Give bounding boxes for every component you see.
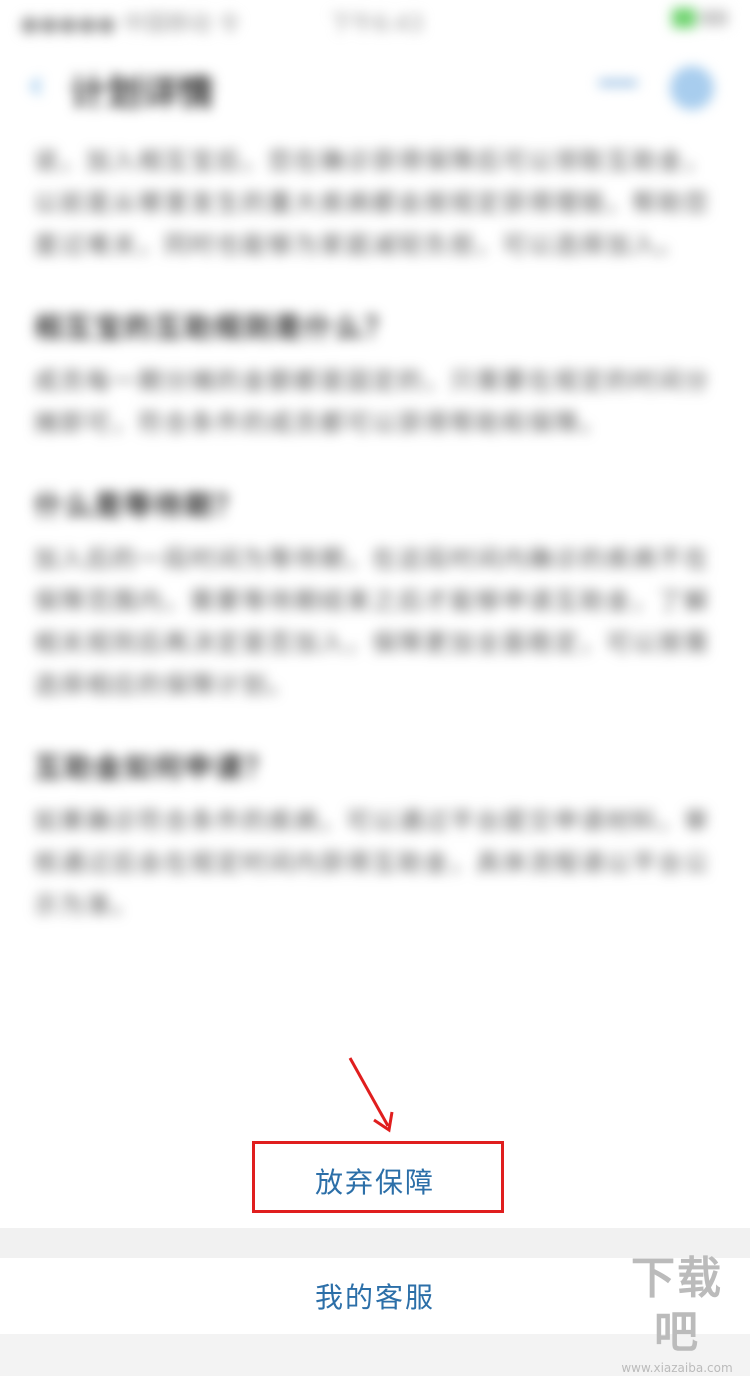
article-body: 说，加入相互宝后，您在确诊获得保障后可以领取互助金，以前是从哪里发生的重大疾病都… xyxy=(34,140,714,956)
article-paragraph: 成员每一期分摊的金额都是固定的，只需要在规定的时间分摊即可，符合条件的成员都可以… xyxy=(34,367,710,437)
blur-layer: ●●●●● 中国移动 令 下午6:43 ‹ 计划详情 说，加入相互宝后，您在确诊… xyxy=(0,0,750,1140)
status-bar: ●●●●● 中国移动 令 下午6:43 xyxy=(0,0,750,40)
battery-icon xyxy=(672,8,732,28)
blurred-background-page: ●●●●● 中国移动 令 下午6:43 ‹ 计划详情 说，加入相互宝后，您在确诊… xyxy=(0,0,750,1140)
watermark-url: www.xiazaiba.com xyxy=(621,1361,733,1375)
article-heading: 互助金如何申请？ xyxy=(34,751,275,784)
more-icon[interactable] xyxy=(598,80,638,86)
clock-label: 下午6:43 xyxy=(330,12,424,37)
page-title: 计划详情 xyxy=(70,73,215,114)
close-circle-icon[interactable] xyxy=(670,66,714,110)
article-paragraph: 说，加入相互宝后，您在确诊获得保障后可以领取互助金，以前是从哪里发生的重大疾病都… xyxy=(34,147,710,259)
watermark-logo: 下载吧 www.xiazaiba.com xyxy=(612,1252,742,1375)
article-paragraph: 加入后的一段时间为等待期，在这段时间内确诊的疾病不在保障范围内，需要等待期结束之… xyxy=(34,545,710,699)
article-heading: 什么是等待期？ xyxy=(34,489,245,522)
carrier-label: ●●●●● 中国移动 令 xyxy=(20,12,240,37)
article-heading: 相互宝的互助规则是什么？ xyxy=(34,311,395,344)
back-icon[interactable]: ‹ xyxy=(28,62,44,108)
annotation-arrow-icon xyxy=(348,1057,394,1133)
nav-bar: ‹ 计划详情 xyxy=(0,40,750,130)
watermark-text: 下载吧 xyxy=(631,1253,723,1358)
highlight-box xyxy=(252,1141,504,1213)
article-paragraph: 如果确诊符合条件的疾病，可以通过平台提交申请材料，审核通过后会在规定时间内获得互… xyxy=(34,807,710,919)
